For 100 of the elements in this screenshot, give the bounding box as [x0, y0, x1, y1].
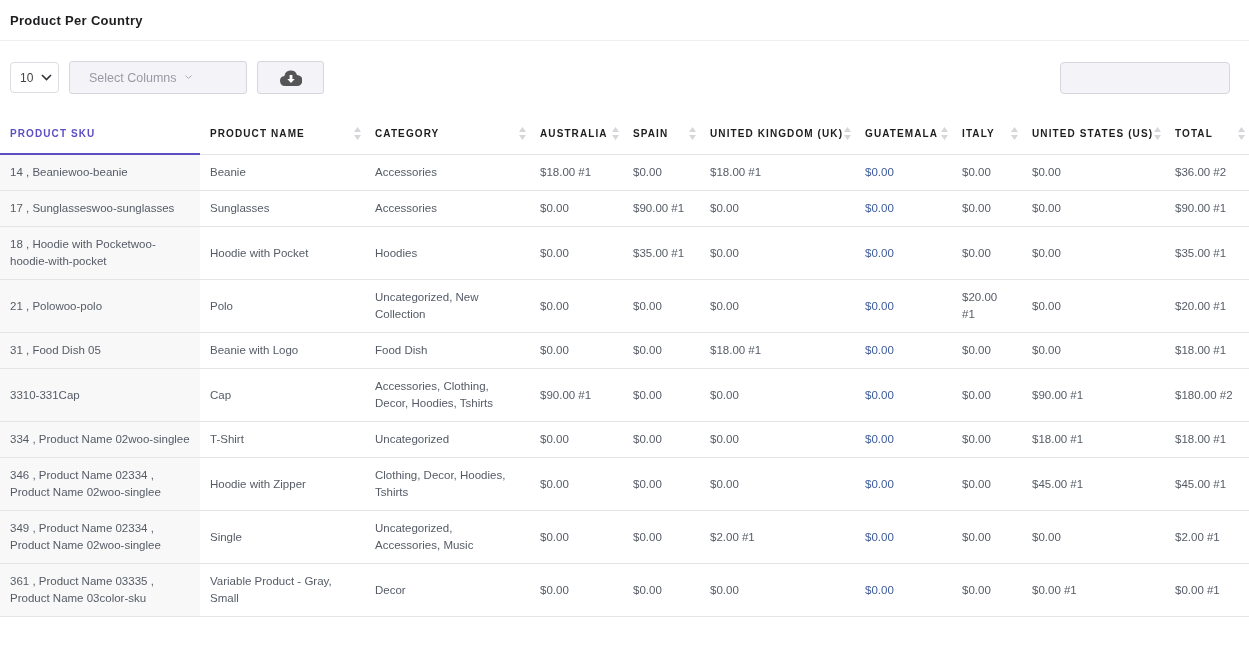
table-cell: $0.00 [952, 510, 1022, 564]
column-header[interactable]: AUSTRALIA [530, 113, 623, 154]
table-cell: Sunglasses [200, 190, 365, 227]
table-cell: $0.00 [700, 226, 855, 280]
table-cell: $18.00 #1 [530, 154, 623, 191]
table-cell: $0.00 [952, 190, 1022, 227]
table-cell: 346 , Product Name 02334 , Product Name 02woo-singlee [0, 457, 200, 511]
table-cell: $18.00 #1 [1165, 332, 1249, 369]
search-field[interactable] [1060, 61, 1230, 94]
table-cell: $0.00 [1022, 332, 1165, 369]
table-cell: $0.00 [623, 154, 700, 191]
table-cell: $0.00 [952, 332, 1022, 369]
table-cell: $0.00 [700, 421, 855, 458]
table-cell: 17 , Sunglasseswoo-sunglasses [0, 190, 200, 227]
table-cell: $0.00 [855, 279, 952, 333]
table-cell: $0.00 [530, 510, 623, 564]
table-cell: $0.00 [623, 368, 700, 422]
column-header[interactable]: UNITED STATES (US) [1022, 113, 1165, 154]
table-cell: $0.00 [700, 563, 855, 617]
table-cell: $0.00 [1022, 226, 1165, 280]
table-cell: $0.00 [700, 279, 855, 333]
table-cell: Accessories, Clothing, Decor, Hoodies, Tshirts [365, 368, 530, 422]
table-cell: Beanie with Logo [200, 332, 365, 369]
table-cell: $0.00 [700, 368, 855, 422]
table-cell: $0.00 [530, 279, 623, 333]
table-cell: $90.00 #1 [530, 368, 623, 422]
table-cell: $0.00 [952, 563, 1022, 617]
table-cell: Hoodies [365, 226, 530, 280]
table-cell: $18.00 #1 [700, 332, 855, 369]
column-header[interactable]: UNITED KINGDOM (UK) [700, 113, 855, 154]
table-cell: Accessories [365, 190, 530, 227]
table-cell: $0.00 [530, 226, 623, 280]
table-cell: $0.00 [1022, 154, 1165, 191]
table-cell: $0.00 [623, 421, 700, 458]
table-cell: $18.00 #1 [1022, 421, 1165, 458]
table-cell: $90.00 #1 [1022, 368, 1165, 422]
table-cell: $0.00 [530, 421, 623, 458]
table-cell: $2.00 #1 [700, 510, 855, 564]
table-cell: $0.00 [530, 457, 623, 511]
table-cell: Decor [365, 563, 530, 617]
chevron-down-icon [41, 74, 52, 81]
sort-icon[interactable] [689, 126, 696, 140]
table-cell: $0.00 [1022, 190, 1165, 227]
table-cell: $0.00 [855, 563, 952, 617]
column-header[interactable]: SPAIN [623, 113, 700, 154]
column-header[interactable]: GUATEMALA [855, 113, 952, 154]
table-cell: $0.00 [700, 457, 855, 511]
sort-icon[interactable] [519, 126, 526, 140]
table-cell: 3310-331Cap [0, 368, 200, 422]
table-cell: $0.00 [952, 457, 1022, 511]
sort-icon[interactable] [1238, 126, 1245, 140]
table-cell: $0.00 [952, 368, 1022, 422]
table-cell: $0.00 [855, 457, 952, 511]
table-cell: $45.00 #1 [1165, 457, 1249, 511]
table-cell: Uncategorized [365, 421, 530, 458]
table-cell: 349 , Product Name 02334 , Product Name 02woo-singlee [0, 510, 200, 564]
table-cell: $180.00 #2 [1165, 368, 1249, 422]
table-cell: $0.00 #1 [1165, 563, 1249, 617]
page-size-select[interactable]: 10 [10, 62, 59, 93]
sort-icon[interactable] [844, 126, 851, 140]
table-cell: 14 , Beaniewoo-beanie [0, 154, 200, 191]
table-cell: $0.00 [855, 332, 952, 369]
download-button[interactable] [257, 61, 324, 94]
table-cell: Hoodie with Zipper [200, 457, 365, 511]
table-cell: 21 , Polowoo-polo [0, 279, 200, 333]
sort-icon[interactable] [1011, 126, 1018, 140]
table-cell: $18.00 #1 [700, 154, 855, 191]
table-cell: Beanie [200, 154, 365, 191]
table-cell: $0.00 [855, 226, 952, 280]
sort-icon[interactable] [612, 126, 619, 140]
table-cell: Single [200, 510, 365, 564]
column-header[interactable]: ITALY [952, 113, 1022, 154]
column-header[interactable]: CATEGORY [365, 113, 530, 154]
table-cell: 334 , Product Name 02woo-singlee [0, 421, 200, 458]
table-cell: $0.00 [855, 154, 952, 191]
page-title: Product Per Country [10, 12, 143, 28]
table-cell: Uncategorized, New Collection [365, 279, 530, 333]
table-cell: Food Dish [365, 332, 530, 369]
table-cell: $0.00 [952, 226, 1022, 280]
table-cell: $36.00 #2 [1165, 154, 1249, 191]
sort-icon[interactable] [941, 126, 948, 140]
table-cell: $0.00 [623, 332, 700, 369]
table-cell: $0.00 [530, 190, 623, 227]
sort-icon[interactable] [1154, 126, 1161, 140]
column-header[interactable]: PRODUCT NAME [200, 113, 365, 154]
cloud-download-icon [279, 69, 302, 86]
table-cell: Cap [200, 368, 365, 422]
table-cell: Uncategorized, Accessories, Music [365, 510, 530, 564]
table-cell: $35.00 #1 [1165, 226, 1249, 280]
table-cell: $18.00 #1 [1165, 421, 1249, 458]
column-header[interactable]: TOTAL [1165, 113, 1249, 154]
table-cell: $0.00 [952, 154, 1022, 191]
table-cell: 18 , Hoodie with Pocketwoo-hoodie-with-pocket [0, 226, 200, 280]
table-cell: $0.00 [623, 457, 700, 511]
table-cell: $0.00 [855, 510, 952, 564]
table-cell: $90.00 #1 [623, 190, 700, 227]
table-cell: $90.00 #1 [1165, 190, 1249, 227]
sort-icon[interactable] [354, 126, 361, 140]
table-cell: Polo [200, 279, 365, 333]
table-cell: $35.00 #1 [623, 226, 700, 280]
